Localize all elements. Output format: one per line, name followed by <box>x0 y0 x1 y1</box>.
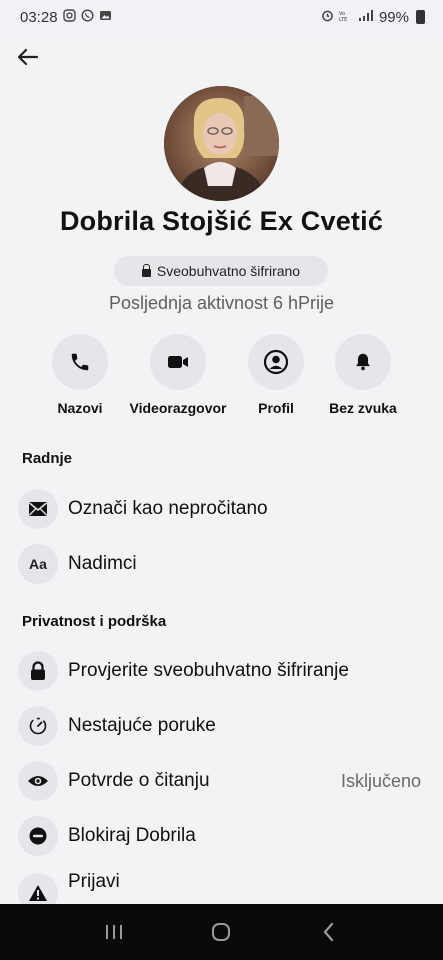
home-icon[interactable] <box>201 912 241 952</box>
video-call-button[interactable]: Videorazgovor <box>123 334 233 416</box>
report-label: Prijavi <box>68 871 120 892</box>
back-icon[interactable] <box>309 912 349 952</box>
svg-text:LTE: LTE <box>339 17 347 22</box>
signal-icon <box>358 9 374 25</box>
disappearing-messages-label: Nestajuće poruke <box>68 715 216 736</box>
nicknames-label: Nadimci <box>68 553 137 574</box>
font-aa-icon: Aa <box>18 544 58 584</box>
chat-details-screen: Dobrila Stojšić Ex Cvetić Sveobuhvatno š… <box>0 34 443 904</box>
system-nav-bar <box>0 904 443 960</box>
call-button[interactable]: Nazovi <box>25 334 135 416</box>
warning-icon <box>18 873 58 904</box>
aa-text: Aa <box>29 556 47 572</box>
video-call-label: Videorazgovor <box>129 400 227 416</box>
block-label: Blokiraj Dobrila <box>68 825 196 846</box>
envelope-icon <box>18 489 58 529</box>
lock-icon <box>141 263 151 277</box>
battery-percent: 99% <box>378 8 409 26</box>
mute-button[interactable]: Bez zvuka <box>308 334 418 416</box>
status-right: Vo LTE 99% <box>321 9 425 26</box>
block-row[interactable]: Blokiraj Dobrila <box>0 810 443 862</box>
call-label: Nazovi <box>57 400 103 416</box>
read-receipts-row[interactable]: Potvrde o čitanju Isključeno <box>0 755 443 807</box>
gallery-icon <box>99 9 112 25</box>
block-icon <box>18 816 58 856</box>
arrow-left-icon[interactable] <box>12 44 44 76</box>
contact-name: Dobrila Stojšić Ex Cvetić <box>59 206 384 236</box>
e2e-label: Sveobuhvatno šifrirano <box>156 263 301 279</box>
status-time: 03:28 <box>20 8 58 26</box>
instagram-icon <box>62 9 76 25</box>
battery-icon <box>416 10 425 24</box>
bell-icon[interactable] <box>335 334 391 390</box>
e2e-encrypted-badge[interactable]: Sveobuhvatno šifrirano <box>114 256 328 286</box>
video-camera-icon[interactable] <box>150 334 206 390</box>
phone-icon[interactable] <box>52 334 108 390</box>
verify-encryption-row[interactable]: Provjerite sveobuhvatno šifriranje <box>0 645 443 697</box>
avatar[interactable] <box>164 86 279 201</box>
nicknames-row[interactable]: Aa Nadimci <box>0 538 443 590</box>
lock-icon <box>18 651 58 691</box>
report-row[interactable]: Prijavi <box>0 863 443 904</box>
disappearing-messages-row[interactable]: Nestajuće poruke <box>0 700 443 752</box>
mark-unread-label: Označi kao nepročitano <box>68 498 268 519</box>
whatsapp-icon <box>81 9 94 25</box>
section-title-privacy: Privatnost i podrška <box>22 613 167 630</box>
last-active-status: Posljednja aktivnost 6 hPrije <box>108 293 335 313</box>
eye-icon <box>18 761 58 801</box>
timer-icon <box>18 706 58 746</box>
status-bar: 03:28 Vo LTE 99% <box>0 0 443 34</box>
profile-icon[interactable] <box>248 334 304 390</box>
alarm-icon <box>321 9 334 25</box>
recent-apps-icon[interactable] <box>94 912 134 952</box>
read-receipts-value: Isključeno <box>340 770 421 791</box>
volte-icon: Vo LTE <box>339 10 353 25</box>
mark-unread-row[interactable]: Označi kao nepročitano <box>0 483 443 535</box>
quick-actions: Nazovi Videorazgovor Profil Bez zvuka <box>0 334 443 424</box>
read-receipts-label: Potvrde o čitanju <box>68 770 210 791</box>
verify-encryption-label: Provjerite sveobuhvatno šifriranje <box>68 660 349 681</box>
status-left: 03:28 <box>20 9 112 26</box>
section-title-actions: Radnje <box>22 450 73 467</box>
mute-label: Bez zvuka <box>329 400 397 416</box>
